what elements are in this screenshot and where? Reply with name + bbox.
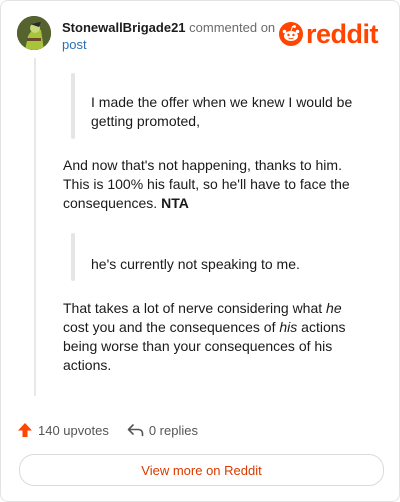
- view-more-button[interactable]: View more on Reddit: [19, 454, 384, 486]
- reddit-wordmark: reddit: [306, 19, 379, 49]
- replies-button[interactable]: 0 replies: [127, 422, 198, 438]
- reply-count: 0 replies: [148, 422, 198, 438]
- upvote-button[interactable]: 140 upvotes: [17, 422, 109, 438]
- comment-header: StonewallBrigade21 commented on post: [62, 19, 277, 53]
- user-avatar[interactable]: [17, 16, 51, 50]
- arrow-up-icon: [18, 423, 32, 437]
- quote-bar: [71, 73, 75, 139]
- paragraph-2-text-b: cost you and the consequences of: [63, 319, 280, 335]
- post-link[interactable]: post: [62, 37, 87, 52]
- comment-actions: 140 upvotes 0 replies: [17, 420, 198, 440]
- reply-arrow-icon: [127, 424, 144, 437]
- embed-card: StonewallBrigade21 commented on post red…: [0, 0, 400, 502]
- quote-text-1: I made the offer when we knew I would be…: [91, 94, 353, 129]
- thread-line: [34, 58, 36, 396]
- reddit-snoo-icon: [279, 22, 303, 46]
- upvote-count: 140 upvotes: [38, 422, 109, 438]
- paragraph-2-emphasis-1: he: [326, 300, 342, 316]
- username-link[interactable]: StonewallBrigade21: [62, 20, 186, 35]
- paragraph-2-emphasis-2: his: [279, 319, 298, 335]
- paragraph-2-text-a: That takes a lot of nerve considering wh…: [63, 300, 327, 316]
- paragraph-1-text: And now that's not happening, thanks to …: [63, 157, 350, 211]
- commented-on-text: commented on: [189, 20, 276, 35]
- quote-text-2: he's currently not speaking to me.: [91, 256, 300, 272]
- comment-paragraph-1: And now that's not happening, thanks to …: [63, 156, 363, 213]
- comment-paragraph-2: That takes a lot of nerve considering wh…: [63, 299, 365, 375]
- reddit-logo[interactable]: reddit: [279, 19, 379, 49]
- verdict-text: NTA: [161, 195, 189, 211]
- quote-bar: [71, 233, 75, 281]
